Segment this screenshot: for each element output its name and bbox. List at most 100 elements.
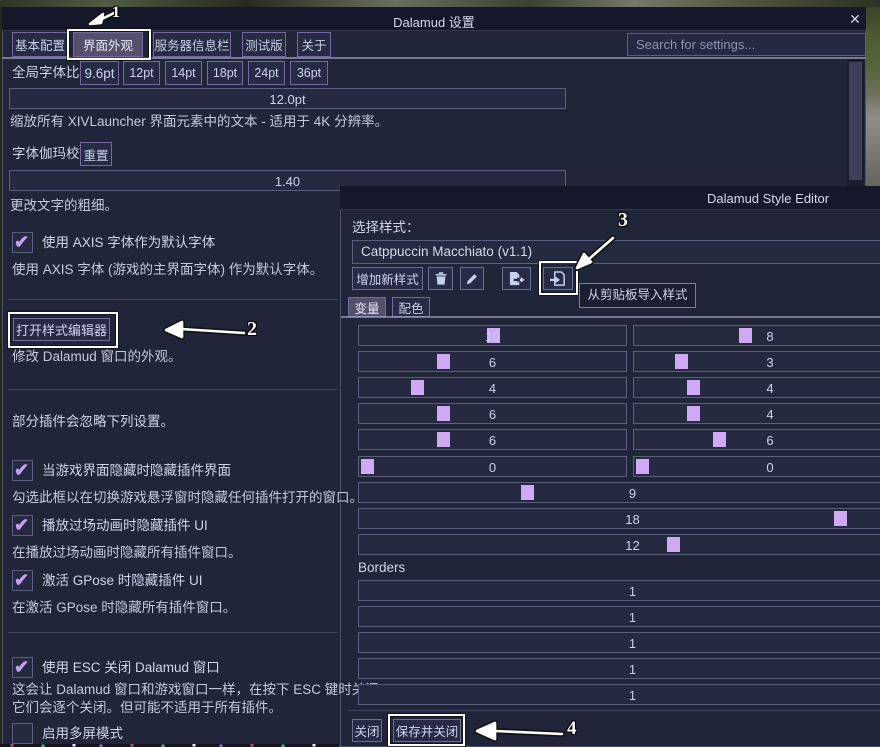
check-icon: ✔: [14, 516, 32, 535]
toggle-hide-ui-when-game-ui-hidden-label: 当游戏界面隐藏时隐藏插件界面: [42, 462, 231, 480]
tab-about[interactable]: 关于: [297, 32, 331, 57]
game-background-top: [0, 0, 880, 7]
border-slider-3-value: 1: [359, 659, 880, 678]
style-slider-right-5[interactable]: 0: [633, 456, 880, 477]
font-size-button-9.6pt[interactable]: 9.6pt: [80, 61, 119, 85]
export-style-button[interactable]: [502, 267, 531, 290]
import-tooltip: 从剪贴板导入样式: [579, 283, 696, 308]
check-icon: ✔: [14, 571, 32, 590]
scrollbar-thumb[interactable]: [849, 62, 862, 180]
add-new-style-button[interactable]: 增加新样式: [352, 267, 423, 290]
toggle-hide-ui-when-game-ui-hidden[interactable]: ✔: [12, 460, 33, 481]
close-icon[interactable]: ✕: [846, 9, 864, 29]
font-size-button-12pt[interactable]: 12pt: [123, 61, 160, 85]
borders-section-label: Borders: [358, 560, 405, 575]
tab-look-and-feel[interactable]: 界面外观: [73, 32, 143, 57]
file-import-icon: [550, 271, 567, 286]
toggle-esc-closes-windows-label: 使用 ESC 关闭 Dalamud 窗口: [42, 659, 220, 677]
style-slider-left-3[interactable]: 6: [358, 403, 627, 424]
separator: [8, 299, 338, 300]
style-slider-right-1[interactable]: 3: [633, 351, 880, 372]
style-slider-left-3-value: 6: [359, 404, 626, 423]
style-slider-right-3[interactable]: 4: [633, 403, 880, 424]
check-icon: ✔: [14, 233, 32, 252]
style-slider-left-5[interactable]: 0: [358, 456, 627, 477]
font-gamma-description: 更改文字的粗细。: [10, 194, 118, 214]
select-style-label: 选择样式：: [352, 216, 420, 236]
border-slider-0-value: 1: [359, 581, 880, 600]
style-slider-left-2[interactable]: 4: [358, 377, 627, 398]
toggle-esc-closes-windows-description: 它们会逐个关闭。但可能不适用于所有插件。: [12, 696, 282, 716]
toggle-hide-ui-in-gpose[interactable]: ✔: [12, 570, 33, 591]
toggle-esc-closes-windows[interactable]: ✔: [12, 657, 33, 678]
open-style-editor-button[interactable]: 打开样式编辑器: [13, 318, 110, 341]
check-icon: ✔: [14, 658, 32, 677]
tab-experimental[interactable]: 测试版: [242, 32, 286, 57]
style-editor-description: 修改 Dalamud 窗口的外观。: [12, 345, 182, 365]
style-slider-wide-2[interactable]: 12: [358, 534, 880, 555]
editor-close-button[interactable]: 关闭: [352, 719, 382, 742]
screen: Dalamud 设置 ✕ 全局字体比例 12.0pt 缩放所有 XIVLaunc…: [0, 0, 880, 747]
style-slider-left-5-value: 0: [359, 457, 626, 476]
toggle-hide-ui-in-cutscenes[interactable]: ✔: [12, 515, 33, 536]
toggle-hide-ui-in-gpose-label: 激活 GPose 时隐藏插件 UI: [42, 572, 203, 590]
font-scale-slider-value: 12.0pt: [10, 89, 565, 108]
import-style-button[interactable]: [543, 267, 573, 290]
border-slider-1-value: 1: [359, 607, 880, 626]
style-slider-right-0-value: 8: [634, 326, 880, 345]
game-background-right: [866, 7, 880, 186]
save-and-close-button[interactable]: 保存并关闭: [393, 719, 461, 742]
style-editor-title: Dalamud Style Editor: [707, 191, 867, 206]
style-slider-left-0-value: 10: [359, 326, 626, 345]
style-slider-left-1[interactable]: 6: [358, 351, 627, 372]
window-title: Dalamud 设置: [2, 12, 866, 31]
border-slider-4[interactable]: 1: [358, 684, 880, 705]
style-slider-wide-2-value: 12: [359, 535, 880, 554]
font-size-button-14pt[interactable]: 14pt: [165, 61, 202, 85]
font-size-button-36pt[interactable]: 36pt: [290, 61, 328, 85]
style-slider-wide-0[interactable]: 9: [358, 482, 880, 503]
border-slider-4-value: 1: [359, 685, 880, 704]
style-slider-left-1-value: 6: [359, 352, 626, 371]
annotation-number-4: 4: [567, 718, 577, 740]
style-slider-left-4-value: 6: [359, 430, 626, 449]
axis-font-checkbox[interactable]: ✔: [12, 232, 33, 253]
style-slider-wide-1[interactable]: 18: [358, 508, 880, 529]
delete-style-button[interactable]: [428, 267, 453, 290]
border-slider-0[interactable]: 1: [358, 580, 880, 601]
border-slider-2[interactable]: 1: [358, 632, 880, 653]
axis-font-label: 使用 AXIS 字体作为默认字体: [42, 234, 215, 252]
tab-general[interactable]: 基本配置: [12, 32, 68, 57]
tab-server-info-bar[interactable]: 服务器信息栏: [153, 32, 231, 57]
axis-font-description: 使用 AXIS 字体 (游戏的主界面字体) 作为默认字体。: [12, 258, 323, 278]
toggle-multi-monitor-mode[interactable]: [12, 723, 33, 744]
check-icon: ✔: [14, 461, 32, 480]
style-slider-right-4[interactable]: 6: [633, 429, 880, 450]
style-slider-right-0[interactable]: 8: [633, 325, 880, 346]
font-size-button-18pt[interactable]: 18pt: [207, 61, 243, 85]
style-slider-left-0[interactable]: 10: [358, 325, 627, 346]
border-slider-3[interactable]: 1: [358, 658, 880, 679]
gamma-reset-button[interactable]: 重置: [80, 142, 112, 166]
style-slider-left-4[interactable]: 6: [358, 429, 627, 450]
style-select-value: Catppuccin Macchiato (v1.1): [353, 244, 532, 259]
search-input[interactable]: [627, 33, 866, 56]
font-scale-slider[interactable]: 12.0pt: [9, 88, 566, 109]
style-slider-right-2-value: 4: [634, 378, 880, 397]
font-scale-description: 缩放所有 XIVLauncher 界面元素中的文本 - 适用于 4K 分辨率。: [10, 110, 388, 130]
style-select-combo[interactable]: Catppuccin Macchiato (v1.1): [352, 240, 880, 264]
style-slider-right-5-value: 0: [634, 457, 880, 476]
rename-style-button[interactable]: [460, 267, 484, 290]
plugins-note: 部分插件会忽略下列设置。: [12, 410, 174, 430]
style-slider-right-2[interactable]: 4: [633, 377, 880, 398]
toggle-hide-ui-in-cutscenes-label: 播放过场动画时隐藏插件 UI: [42, 517, 208, 535]
style-slider-right-1-value: 3: [634, 352, 880, 371]
toggle-hide-ui-when-game-ui-hidden-description: 勾选此框以在切换游戏悬浮窗时隐藏任何插件打开的窗口。: [12, 486, 363, 506]
trash-icon: [434, 271, 448, 286]
toggle-hide-ui-in-cutscenes-description: 在播放过场动画时隐藏所有插件窗口。: [12, 541, 242, 561]
border-slider-1[interactable]: 1: [358, 606, 880, 627]
tab-colors[interactable]: 配色: [392, 297, 430, 317]
style-slider-right-4-value: 6: [634, 430, 880, 449]
font-size-button-24pt[interactable]: 24pt: [248, 61, 285, 85]
tab-variables[interactable]: 变量: [348, 297, 386, 317]
